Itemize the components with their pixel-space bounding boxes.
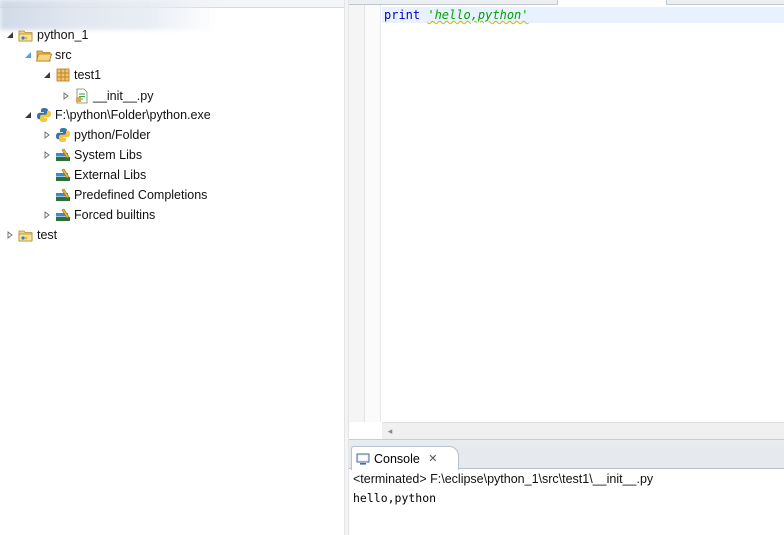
tree-item-label: python/Folder	[74, 128, 151, 142]
line-gutter	[365, 5, 381, 422]
package-icon	[55, 67, 71, 83]
scroll-left-arrow-icon[interactable]: ◂	[384, 425, 396, 437]
code-string-text: 'hello,python'	[427, 8, 529, 22]
tree-item-test1[interactable]: test1	[41, 65, 101, 85]
tree-item-label: F:\python\Folder\python.exe	[55, 108, 211, 122]
console-view: Console ✕ <terminated> F:\eclipse\python…	[349, 445, 784, 535]
expanded-arrow-icon[interactable]	[22, 109, 34, 121]
tree-item-forced-builtins[interactable]: Forced builtins	[41, 205, 155, 225]
editor-tab[interactable]	[557, 0, 667, 5]
library-icon	[55, 147, 71, 163]
tree-item-python-1[interactable]: python_1	[4, 25, 88, 45]
code-editor[interactable]: print 'hello,python' ◂	[349, 0, 784, 445]
tab-console[interactable]: Console ✕	[351, 446, 459, 470]
source-folder-icon	[36, 47, 52, 63]
close-icon[interactable]: ✕	[427, 453, 439, 465]
project-folder-icon	[18, 27, 34, 43]
expanded-arrow-icon[interactable]	[4, 29, 16, 41]
code-line-1[interactable]: print 'hello,python'	[384, 7, 529, 23]
no-arrow-spacer	[41, 189, 53, 201]
project-explorer: python_1 src test1 __init__.py F:\python…	[0, 0, 344, 535]
expanded-arrow-icon[interactable]	[41, 69, 53, 81]
console-status-text: <terminated> F:\eclipse\python_1\src\tes…	[353, 472, 654, 486]
tree-item-label: test	[37, 228, 58, 242]
tree-item-label: src	[55, 48, 72, 62]
library-icon	[55, 207, 71, 223]
tree-item-test[interactable]: test	[4, 225, 57, 245]
tree-item-label: test1	[74, 68, 102, 82]
library-icon	[55, 167, 71, 183]
tree-item-external-libs[interactable]: External Libs	[41, 165, 146, 185]
tree-item-system-libs[interactable]: System Libs	[41, 145, 142, 165]
tree-item-python-folder[interactable]: python/Folder	[41, 125, 150, 145]
collapsed-arrow-icon[interactable]	[60, 90, 72, 102]
console-icon	[356, 452, 370, 466]
console-output-text[interactable]: hello,python	[353, 491, 436, 505]
collapsed-arrow-icon[interactable]	[41, 209, 53, 221]
collapsed-arrow-icon[interactable]	[41, 149, 53, 161]
collapsed-arrow-icon[interactable]	[41, 129, 53, 141]
collapsed-arrow-icon[interactable]	[4, 229, 16, 241]
python-file-icon	[74, 88, 90, 104]
overview-ruler	[349, 5, 365, 422]
code-keyword: print	[384, 8, 421, 22]
tree-item-interpreter[interactable]: F:\python\Folder\python.exe	[22, 105, 211, 125]
tree-item-label: Forced builtins	[74, 208, 156, 222]
console-tab-bar: Console ✕	[349, 445, 784, 470]
tree-item-src[interactable]: src	[22, 45, 72, 65]
tree-item-label: System Libs	[74, 148, 143, 162]
python-interpreter-icon	[36, 107, 52, 123]
tree-item-label: python_1	[37, 28, 89, 42]
tree-item-label: __init__.py	[93, 89, 154, 103]
tree-item-predefined-completions[interactable]: Predefined Completions	[41, 185, 207, 205]
library-icon	[55, 187, 71, 203]
python-interpreter-icon	[55, 127, 71, 143]
expanded-arrow-icon[interactable]	[22, 49, 34, 61]
horizontal-scrollbar[interactable]: ◂	[382, 422, 784, 439]
code-string: 'hello,python'	[427, 8, 528, 22]
tree-item-label: Predefined Completions	[74, 188, 208, 202]
no-arrow-spacer	[41, 169, 53, 181]
scrollbar-track[interactable]	[400, 427, 780, 436]
console-tab-label: Console	[374, 451, 420, 466]
project-folder-icon	[18, 227, 34, 243]
tree-item-init-py[interactable]: __init__.py	[60, 86, 153, 106]
tree-item-label: External Libs	[74, 168, 147, 182]
